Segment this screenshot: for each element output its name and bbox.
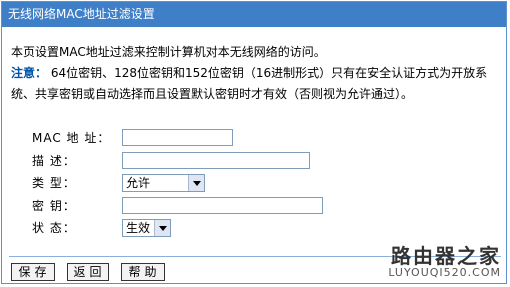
mac-filter-panel: 无线网络MAC地址过滤设置 本页设置MAC地址过滤来控制计算机对本无线网络的访问… [1,1,507,284]
description-label: 描 述： [32,154,76,168]
type-label: 类 型： [32,176,76,190]
description-input[interactable] [122,152,310,169]
chevron-down-icon[interactable] [188,175,204,191]
watermark-en: LUYOUQI520.COM [388,266,501,279]
help-button[interactable]: 帮助 [121,263,165,281]
page-title: 无线网络MAC地址过滤设置 [2,2,506,27]
status-select-value: 生效 [126,221,151,235]
chevron-down-icon[interactable] [154,220,170,236]
back-button[interactable]: 返回 [67,263,109,281]
warning-text: 64位密钥、128位密钥和152位密钥（16进制形式）只有在安全认证方式为开放系… [11,66,488,101]
key-label: 密 钥： [32,199,76,213]
mac-address-label: MAC 地 址： [32,131,111,145]
intro-line: 本页设置MAC地址过滤来控制计算机对本无线网络的访问。 [11,45,326,59]
warning-label: 注意： [11,66,48,80]
watermark-logo: 路由器之家 LUYOUQI520.COM [388,245,501,279]
type-select-value: 允许 [126,176,151,190]
type-select[interactable]: 允许 [122,174,205,192]
status-label: 状 态： [32,221,76,235]
mac-address-input[interactable] [122,129,233,146]
intro-text: 本页设置MAC地址过滤来控制计算机对本无线网络的访问。 注意： 64位密钥、12… [11,42,501,105]
save-button[interactable]: 保存 [11,263,55,281]
watermark-cn: 路由器之家 [391,244,501,268]
status-select[interactable]: 生效 [122,219,171,237]
key-input[interactable] [122,197,323,214]
warning-note: 注意： 64位密钥、128位密钥和152位密钥（16进制形式）只有在安全认证方式… [11,63,501,105]
